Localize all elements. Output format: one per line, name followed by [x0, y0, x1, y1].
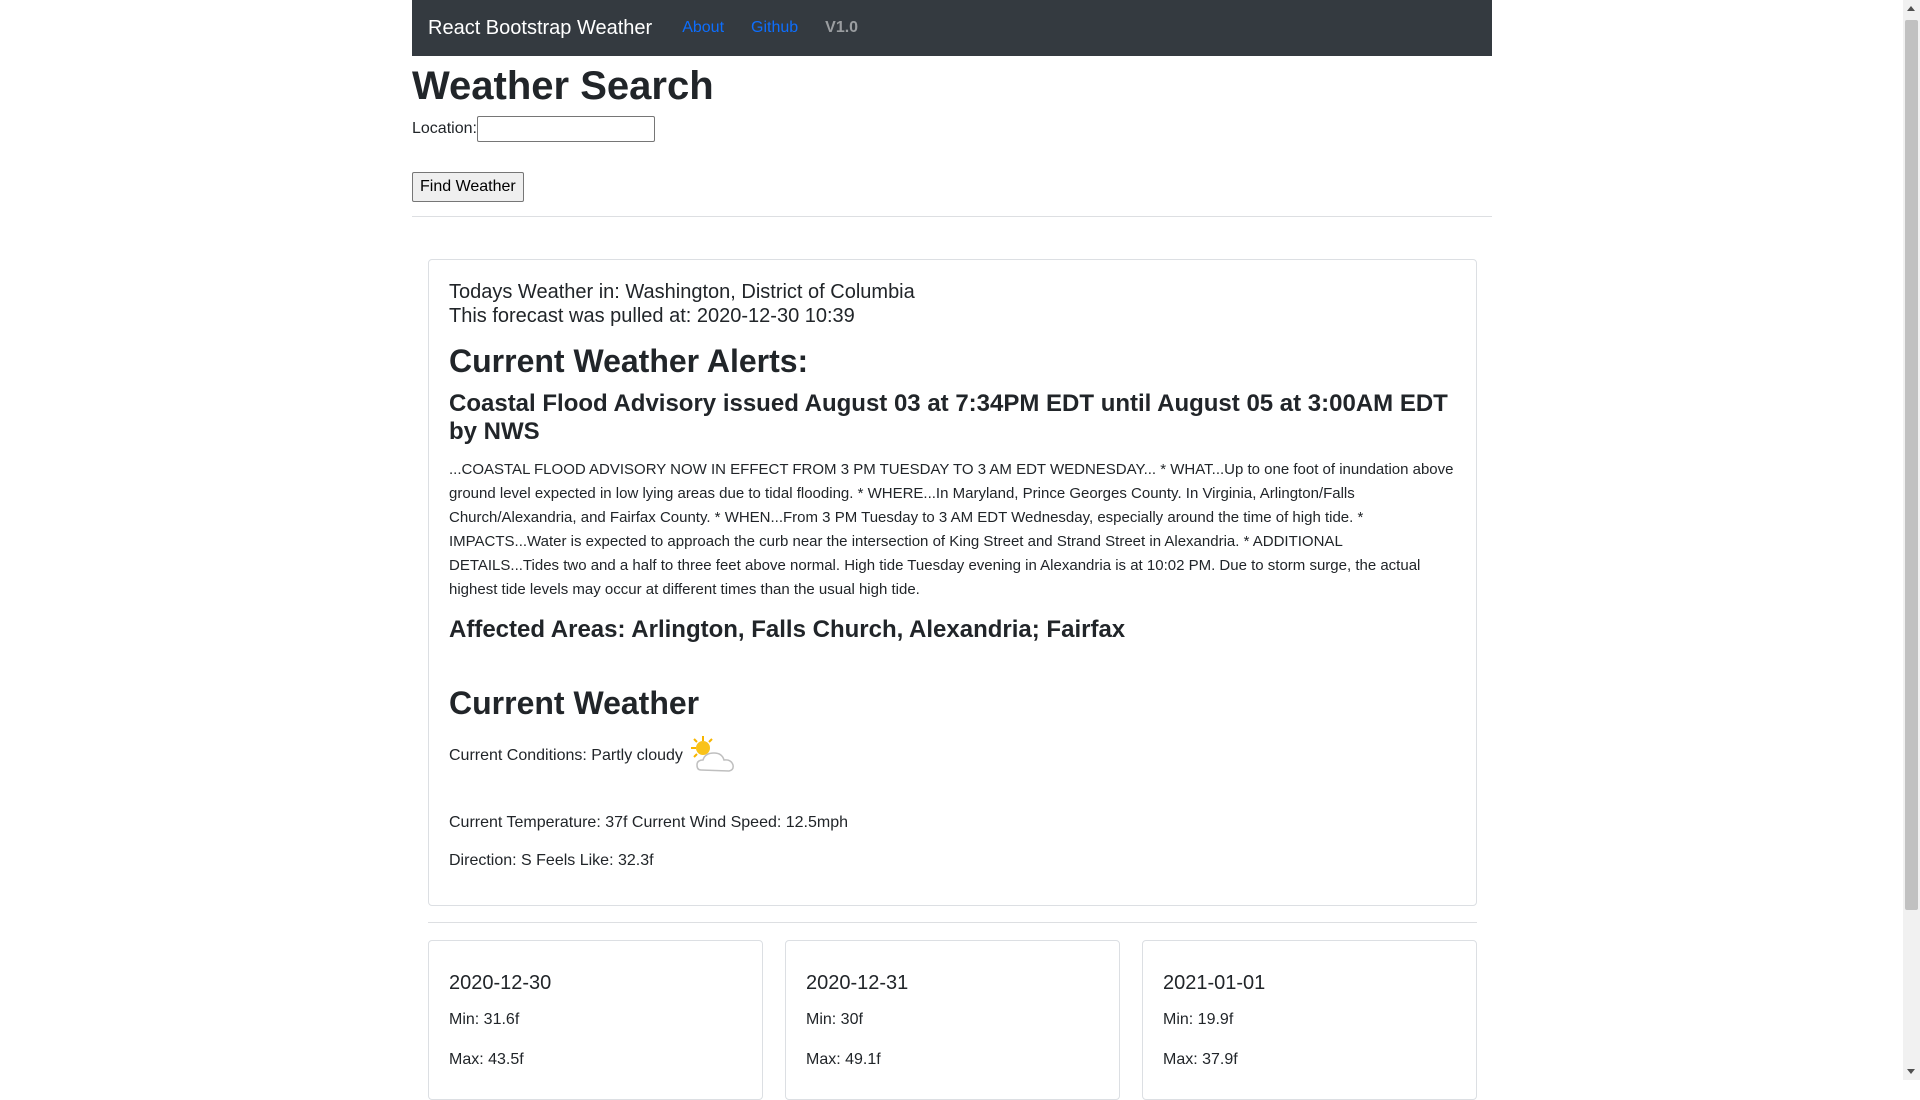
top-navbar: React Bootstrap Weather About Github V1.… [412, 0, 1492, 56]
scroll-thumb[interactable] [1905, 20, 1918, 910]
alert-headline: Coastal Flood Advisory issued August 03 … [449, 390, 1448, 445]
nav-link-about[interactable]: About [682, 19, 724, 37]
forecast-divider [428, 922, 1477, 923]
forecast-date: 2021-01-01 [1163, 972, 1266, 994]
forecast-card: 2020-12-31 Min: 30f Max: 49.1f [785, 940, 1120, 1100]
conditions-row: Current Conditions: Partly cloudy [449, 734, 1456, 778]
scroll-down-icon[interactable] [1907, 1069, 1915, 1074]
page-title: Weather Search [412, 64, 714, 108]
temp-wind: Current Temperature: 37f Current Wind Sp… [449, 814, 849, 831]
pulled-time: This forecast was pulled at: 2020-12-30 … [449, 305, 855, 327]
find-weather-button[interactable]: Find Weather [412, 172, 524, 202]
version-label: V1.0 [825, 19, 859, 36]
affected-areas: Affected Areas: Arlington, Falls Church,… [449, 616, 1126, 643]
forecast-date: 2020-12-31 [806, 972, 909, 994]
location-input[interactable] [476, 116, 655, 142]
divider [412, 216, 1492, 217]
vertical-scrollbar[interactable] [1903, 0, 1920, 1080]
forecast-max: Max: 43.5f [449, 1051, 524, 1068]
forecast-max: Max: 49.1f [806, 1051, 881, 1068]
forecast-card: 2021-01-01 Min: 19.9f Max: 37.9f [1142, 940, 1477, 1100]
forecast-date: 2020-12-30 [449, 972, 552, 994]
forecast-max: Max: 37.9f [1163, 1051, 1238, 1068]
forecast-min: Min: 19.9f [1163, 1011, 1234, 1028]
alert-description: ...COASTAL FLOOD ADVISORY NOW IN EFFECT … [449, 461, 1454, 598]
navbar-brand[interactable]: React Bootstrap Weather [428, 17, 652, 40]
alerts-heading: Current Weather Alerts: [449, 343, 809, 379]
location-row: Location: [412, 116, 1492, 142]
scroll-up-icon[interactable] [1907, 6, 1915, 11]
partly-cloudy-icon [687, 734, 741, 778]
current-weather-heading: Current Weather [449, 685, 700, 721]
weather-card: Todays Weather in: Washington, District … [428, 259, 1477, 906]
forecast-min: Min: 31.6f [449, 1011, 520, 1028]
location-label: Location: [412, 120, 477, 137]
direction-feels: Direction: S Feels Like: 32.3f [449, 852, 654, 869]
location-heading: Todays Weather in: Washington, District … [449, 281, 915, 303]
conditions-text: Current Conditions: Partly cloudy [449, 747, 683, 764]
forecast-min: Min: 30f [806, 1011, 863, 1028]
app-container: React Bootstrap Weather About Github V1.… [412, 0, 1492, 1100]
forecast-card: 2020-12-30 Min: 31.6f Max: 43.5f [428, 940, 763, 1100]
nav-link-github[interactable]: Github [751, 19, 798, 37]
